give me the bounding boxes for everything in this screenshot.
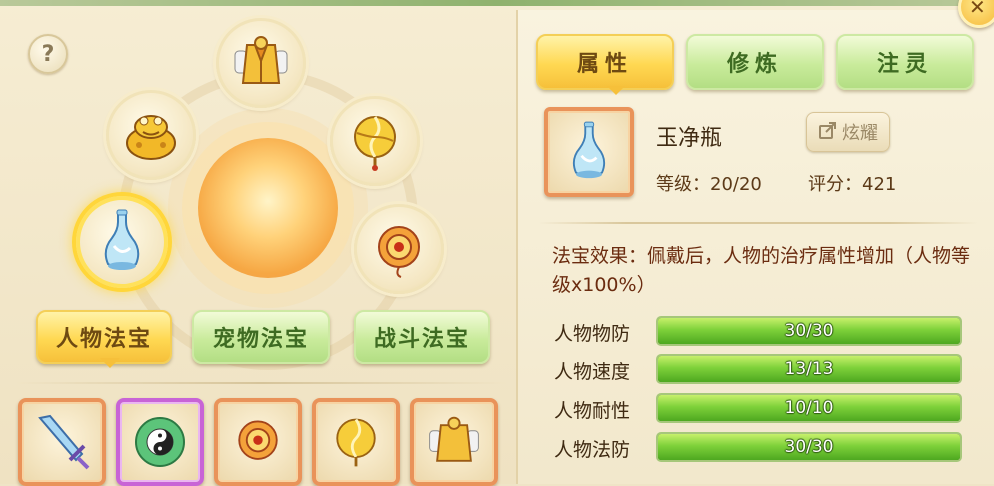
slot-yin-yang-jade[interactable] bbox=[116, 398, 204, 486]
stat-label: 人物速度 bbox=[554, 361, 631, 383]
item-name: 玉净瓶 bbox=[656, 126, 723, 151]
tab-character-treasure[interactable]: 人物法宝 bbox=[36, 310, 172, 364]
golden-fan-icon bbox=[354, 116, 396, 171]
stat-label: 人物法防 bbox=[554, 439, 631, 461]
crystal-sword-icon bbox=[38, 414, 90, 470]
stat-label: 人物耐性 bbox=[554, 400, 631, 422]
help-button[interactable]: ? bbox=[28, 34, 68, 74]
stat-bar-value: 13/13 bbox=[784, 359, 834, 379]
orb-golden-vest[interactable] bbox=[216, 18, 306, 108]
stat-label: 人物物防 bbox=[554, 323, 631, 345]
item-level: 等级：20/20 bbox=[656, 174, 762, 195]
stat-bar-value: 30/30 bbox=[784, 321, 834, 341]
yin-yang-jade-icon bbox=[135, 417, 185, 467]
tab-pet-treasure[interactable]: 宠物法宝 bbox=[192, 310, 330, 364]
slot-golden-fan[interactable] bbox=[312, 398, 400, 486]
golden-toad-icon bbox=[126, 115, 176, 160]
orb-jade-vase[interactable] bbox=[76, 196, 168, 288]
jade-vase-icon bbox=[572, 121, 606, 179]
fire-seal-icon bbox=[238, 420, 278, 460]
tab-battle-treasure[interactable]: 战斗法宝 bbox=[354, 310, 490, 364]
tab-cultivate[interactable]: 修炼 bbox=[686, 34, 824, 90]
stat-bar: 13/13 bbox=[656, 354, 962, 384]
active-tab-pointer bbox=[607, 86, 625, 95]
stat-bar: 30/30 bbox=[656, 316, 962, 346]
treasure-panel: ? 人物法宝 宠物法宝 战斗法宝 属性 修炼 注灵 玉净瓶 炫耀 等级：20/2… bbox=[0, 0, 994, 486]
treasure-detail-panel: 属性 修炼 注灵 玉净瓶 炫耀 等级：20/20 评分：421 法宝效果：佩戴后… bbox=[516, 10, 994, 484]
stat-bar: 10/10 bbox=[656, 393, 962, 423]
active-tab-pointer bbox=[100, 358, 120, 368]
orb-fire-seal[interactable] bbox=[354, 204, 444, 294]
stat-bar-value: 30/30 bbox=[784, 437, 834, 457]
stat-bar: 30/30 bbox=[656, 432, 962, 462]
treasure-ring-area: ? 人物法宝 宠物法宝 战斗法宝 bbox=[8, 10, 506, 486]
section-divider bbox=[538, 222, 978, 224]
tab-infuse-spirit[interactable]: 注灵 bbox=[836, 34, 974, 90]
slot-fire-seal[interactable] bbox=[214, 398, 302, 486]
section-divider bbox=[16, 382, 506, 384]
share-button[interactable]: 炫耀 bbox=[806, 112, 890, 152]
fire-orb-core bbox=[198, 138, 338, 278]
orb-golden-toad[interactable] bbox=[106, 90, 196, 180]
golden-vest-icon bbox=[234, 36, 288, 84]
jade-vase-icon bbox=[104, 209, 140, 270]
golden-fan-icon bbox=[336, 418, 376, 467]
close-icon: ✕ bbox=[969, 0, 986, 19]
slot-golden-vest[interactable] bbox=[410, 398, 498, 486]
treasure-effect-text: 法宝效果：佩戴后，人物的治疗属性增加（人物等级x100%） bbox=[552, 245, 971, 296]
item-icon-frame bbox=[544, 107, 634, 197]
panel-top-border bbox=[0, 0, 994, 6]
slot-crystal-sword[interactable] bbox=[18, 398, 106, 486]
golden-vest-icon bbox=[429, 416, 479, 462]
tab-attributes[interactable]: 属性 bbox=[536, 34, 674, 90]
stat-bar-value: 10/10 bbox=[784, 398, 834, 418]
share-icon bbox=[818, 120, 838, 145]
item-score: 评分：421 bbox=[808, 174, 897, 195]
fire-seal-icon bbox=[378, 226, 420, 278]
orb-golden-fan[interactable] bbox=[330, 96, 420, 186]
share-label: 炫耀 bbox=[842, 123, 878, 144]
